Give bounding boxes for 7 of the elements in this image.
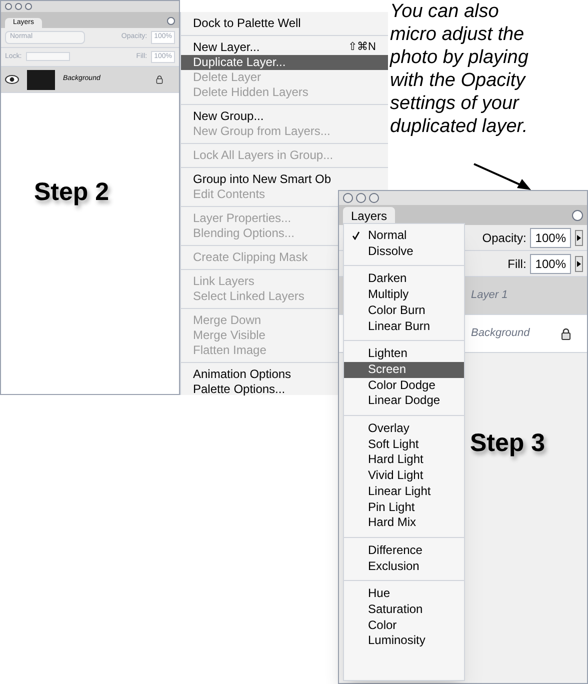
caption-text: You can also micro adjust the photo by playing with the Opacity settings of your duplicated layer. xyxy=(390,0,530,138)
layer-name: Background xyxy=(471,326,530,342)
step-label: Step 3 xyxy=(470,428,546,459)
layer-name: Layer 1 xyxy=(471,288,508,304)
opacity-label: Opacity: xyxy=(482,230,526,246)
step-label: Step 2 xyxy=(34,177,110,208)
fill-label: Fill: xyxy=(508,256,526,272)
